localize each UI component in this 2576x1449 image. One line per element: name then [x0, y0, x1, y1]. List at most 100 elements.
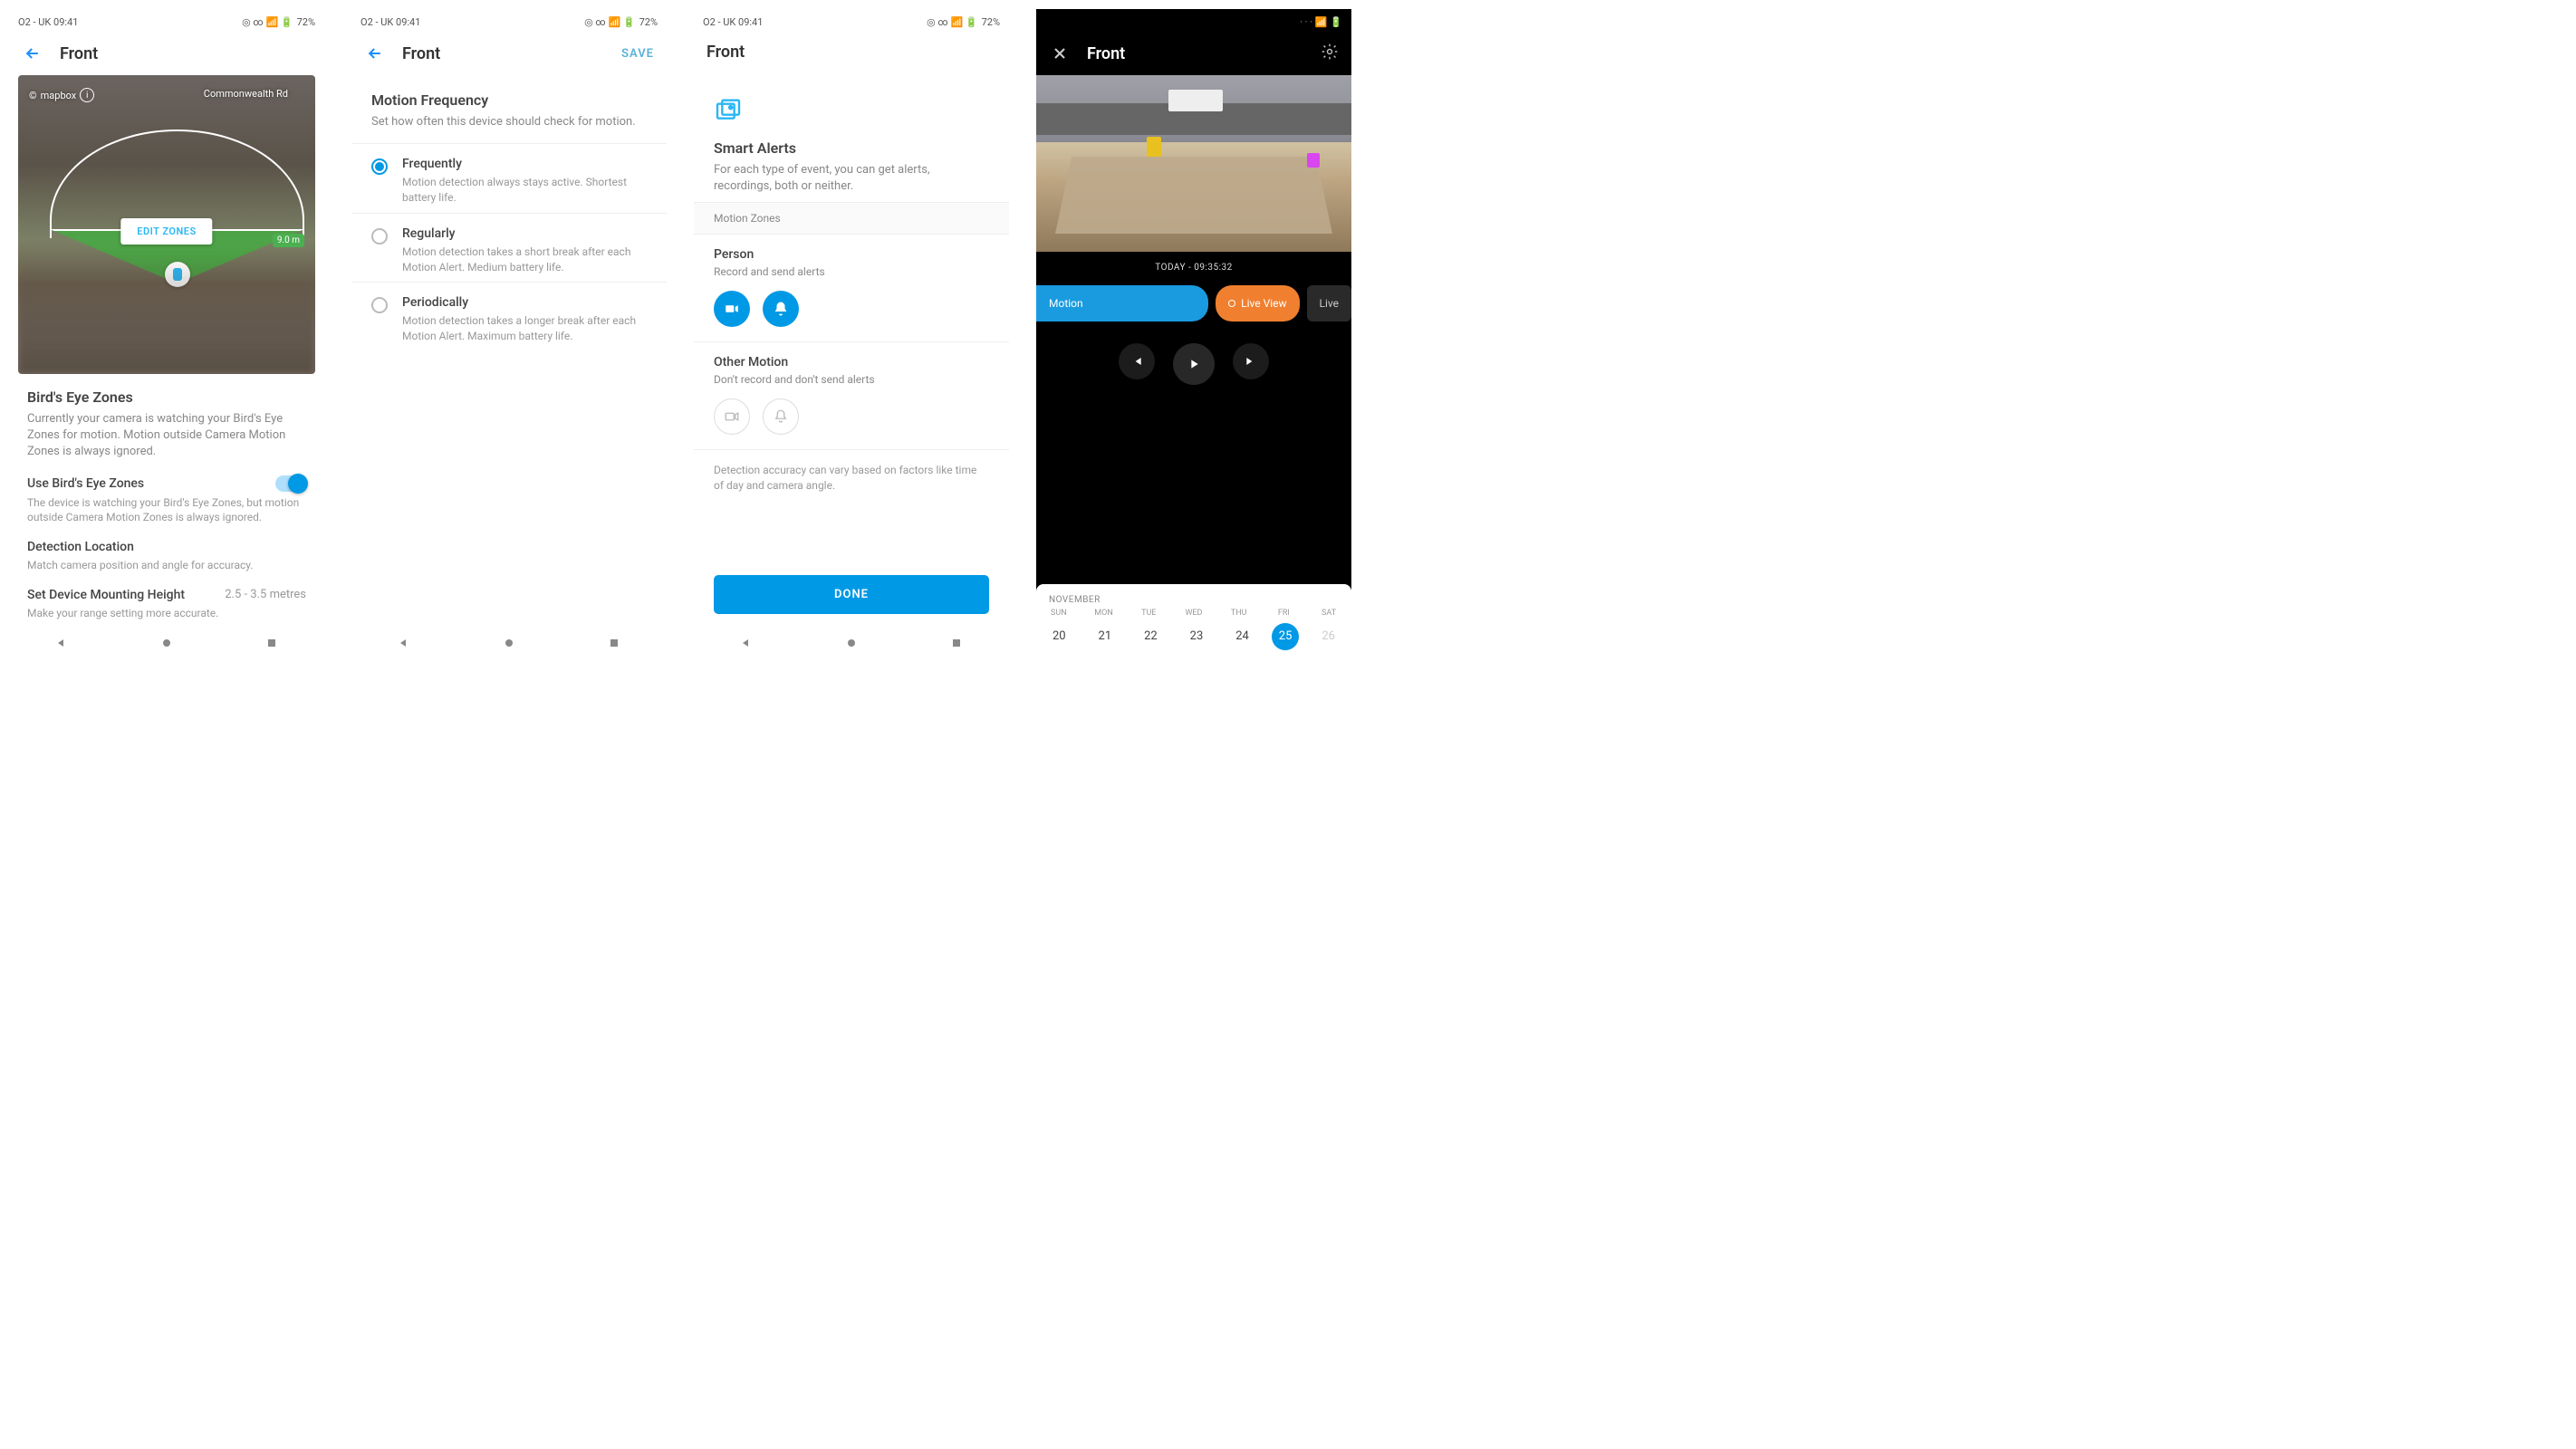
nav-back-icon[interactable]	[397, 636, 411, 654]
carrier-time: O2 - UK 09:41	[360, 16, 420, 28]
section-desc: Currently your camera is watching your B…	[27, 411, 306, 461]
calendar-date[interactable]: 22	[1134, 623, 1167, 650]
nav-back-icon[interactable]	[739, 636, 754, 654]
info-icon[interactable]: i	[80, 88, 94, 102]
row-title: Use Bird's Eye Zones	[27, 476, 144, 491]
timeline-motion-segment[interactable]: Motion	[1036, 285, 1208, 321]
status-right: ◎ ∞ 📶 🔋72%	[584, 16, 658, 28]
carrier-time	[1045, 16, 1048, 28]
play-button[interactable]	[1173, 343, 1215, 385]
radio-desc: Motion detection takes a short break aft…	[402, 245, 647, 275]
map-attrib: © mapbox i	[29, 88, 94, 102]
live-button[interactable]: Live	[1307, 285, 1351, 321]
carrier-time: O2 - UK 09:41	[703, 16, 763, 28]
radio-icon	[371, 297, 388, 313]
page-title: Front	[402, 44, 440, 63]
radio-regularly[interactable]: Regularly Motion detection takes a short…	[351, 214, 667, 283]
screen-birds-eye-zones: O2 - UK 09:41 ◎ ∞ 📶 🔋72% Front © mapbox …	[9, 9, 324, 659]
nav-home-icon[interactable]	[159, 636, 174, 654]
use-birds-eye-row[interactable]: Use Bird's Eye Zones The device is watch…	[9, 465, 324, 530]
mounting-height-row[interactable]: Set Device Mounting Height 2.5 - 3.5 met…	[9, 577, 324, 625]
calendar-month: NOVEMBER	[1036, 591, 1351, 609]
distance-chip: 9.0 m	[273, 234, 304, 247]
app-header: Front	[1036, 32, 1351, 75]
row-title: Set Device Mounting Height	[27, 588, 185, 602]
nav-home-icon[interactable]	[502, 636, 516, 654]
status-bar: O2 - UK 09:41 ◎ ∞ 📶 🔋72%	[351, 9, 667, 32]
radio-frequently[interactable]: Frequently Motion detection always stays…	[351, 144, 667, 214]
gear-icon[interactable]	[1321, 43, 1339, 64]
camera-feed[interactable]	[1036, 75, 1351, 252]
android-nav-bar	[9, 625, 324, 659]
section-title: Bird's Eye Zones	[27, 389, 306, 406]
heading-desc: Set how often this device should check f…	[371, 114, 647, 130]
heading-title: Motion Frequency	[371, 91, 647, 109]
page-title: Front	[60, 44, 98, 63]
status-bar: O2 - UK 09:41 ◎ ∞ 📶 🔋72%	[9, 9, 324, 32]
row-sub: Match camera position and angle for accu…	[27, 558, 306, 573]
radio-title: Regularly	[402, 226, 647, 241]
toggle-on[interactable]	[275, 475, 306, 492]
alert-toggle-off[interactable]	[763, 398, 799, 435]
calendar-date-today[interactable]: 25	[1272, 623, 1299, 650]
back-arrow-icon[interactable]	[22, 43, 43, 64]
calendar-date[interactable]: 23	[1180, 623, 1213, 650]
radio-icon	[371, 228, 388, 245]
radio-title: Periodically	[402, 295, 647, 310]
smart-desc: For each type of event, you can get aler…	[714, 162, 989, 195]
status-right: · · · 📶 🔋	[1300, 16, 1342, 28]
row-value: 2.5 - 3.5 metres	[225, 588, 306, 601]
alert-desc: Record and send alerts	[714, 265, 989, 278]
detection-location-row[interactable]: Detection Location Match camera position…	[9, 529, 324, 577]
screen-motion-frequency: O2 - UK 09:41 ◎ ∞ 📶 🔋72% Front SAVE Moti…	[351, 9, 667, 659]
status-bar: · · · 📶 🔋	[1036, 9, 1351, 32]
calendar-date[interactable]: 20	[1043, 623, 1075, 650]
alert-toggle-on[interactable]	[763, 291, 799, 327]
app-header: Front	[694, 32, 1009, 72]
zone-overlay: 9.0 m	[50, 130, 304, 283]
alert-title: Other Motion	[714, 355, 989, 369]
status-bar: O2 - UK 09:41 ◎ ∞ 📶 🔋72%	[694, 9, 1009, 32]
record-toggle-on[interactable]	[714, 291, 750, 327]
record-toggle-off[interactable]	[714, 398, 750, 435]
radio-desc: Motion detection takes a longer break af…	[402, 313, 647, 344]
calendar-strip: NOVEMBER SUN MON TUE WED THU FRI SAT 20 …	[1036, 584, 1351, 659]
nav-home-icon[interactable]	[844, 636, 859, 654]
nav-recent-icon[interactable]	[607, 636, 621, 654]
detection-footnote: Detection accuracy can vary based on fac…	[694, 450, 1009, 506]
timeline-liveview-segment[interactable]: Live View	[1216, 285, 1299, 321]
prev-button[interactable]	[1119, 343, 1155, 379]
motion-zones-header: Motion Zones	[694, 202, 1009, 235]
playback-controls	[1036, 343, 1351, 385]
calendar-date[interactable]: 24	[1226, 623, 1259, 650]
calendar-date[interactable]: 21	[1089, 623, 1121, 650]
alert-desc: Don't record and don't send alerts	[714, 373, 989, 386]
edit-zones-button[interactable]: EDIT ZONES	[120, 218, 212, 245]
camera-marker[interactable]	[165, 262, 190, 287]
nav-recent-icon[interactable]	[949, 636, 964, 654]
save-button[interactable]: SAVE	[621, 47, 654, 61]
row-sub: Make your range setting more accurate.	[27, 606, 306, 621]
other-motion-row: Other Motion Don't record and don't send…	[694, 342, 1009, 450]
radio-periodically[interactable]: Periodically Motion detection takes a lo…	[351, 283, 667, 351]
timeline[interactable]: Motion Live View Live	[1036, 285, 1351, 321]
calendar-day-labels: SUN MON TUE WED THU FRI SAT	[1036, 609, 1351, 618]
nav-recent-icon[interactable]	[264, 636, 279, 654]
page-title: Front	[1087, 44, 1125, 63]
done-button[interactable]: DONE	[714, 575, 989, 614]
next-button[interactable]	[1233, 343, 1269, 379]
frequency-radio-group: Frequently Motion detection always stays…	[351, 144, 667, 351]
android-nav-bar	[694, 625, 1009, 659]
live-dot-icon	[1228, 300, 1235, 307]
birds-eye-section: Bird's Eye Zones Currently your camera i…	[9, 374, 324, 465]
row-sub: The device is watching your Bird's Eye Z…	[27, 495, 306, 526]
back-arrow-icon[interactable]	[364, 43, 386, 64]
close-icon[interactable]	[1049, 43, 1071, 64]
page-title: Front	[706, 43, 745, 62]
motion-freq-header: Motion Frequency Set how often this devi…	[351, 75, 667, 144]
status-right: ◎ ∞ 📶 🔋72%	[242, 16, 315, 28]
alert-title: Person	[714, 247, 989, 262]
nav-back-icon[interactable]	[54, 636, 69, 654]
timestamp-label: TODAY - 09:35:32	[1036, 252, 1351, 280]
map-preview: © mapbox i Commonwealth Rd 9.0 m EDIT ZO…	[18, 75, 315, 374]
